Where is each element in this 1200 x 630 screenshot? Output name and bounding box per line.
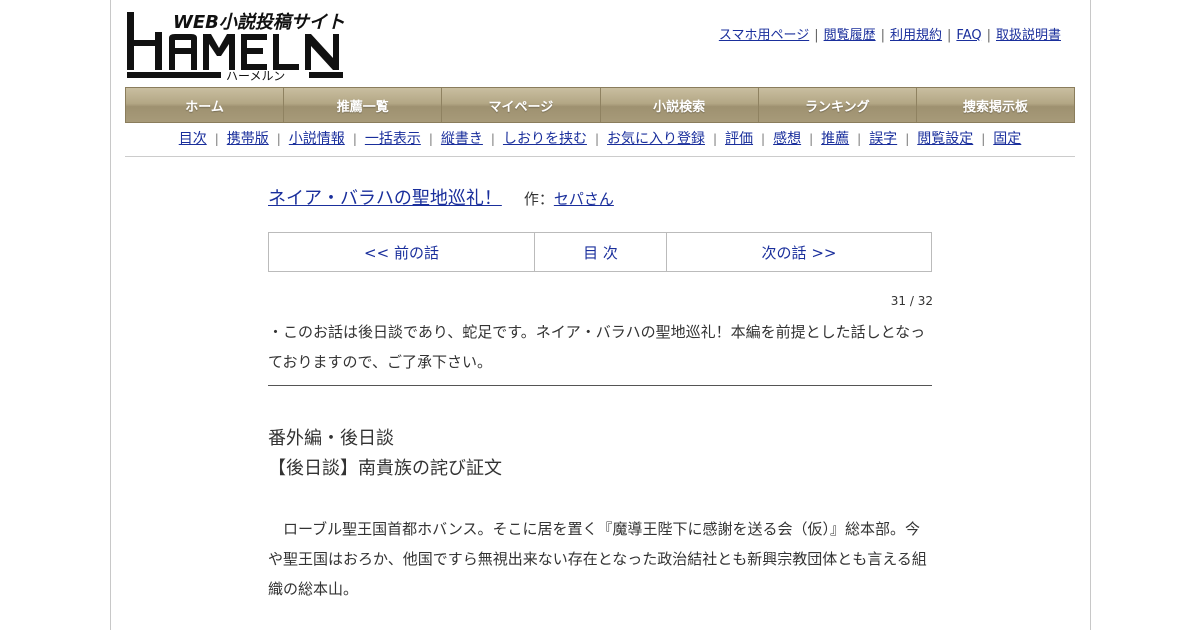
separator: | [490,132,495,146]
separator: | [905,132,910,146]
episode-pager: << 前の話 目 次 次の話 >> [268,232,932,272]
author-label: 作： [523,190,554,208]
episode-subtitle: 番外編・後日談 【後日談】南貴族の詫び証文 [268,424,932,484]
subnav-favorite[interactable]: お気に入り登録 [607,131,705,147]
subnav-review[interactable]: 感想 [773,131,801,147]
nav-novel-search[interactable]: 小説検索 [601,88,759,122]
subnav-novel-info[interactable]: 小説情報 [289,131,345,147]
separator: | [981,132,986,146]
separator: | [814,28,819,43]
browse-history-link[interactable]: 閲覧履歴 [824,28,876,43]
subnav-vertical[interactable]: 縦書き [441,131,483,147]
subnav-view-settings[interactable]: 閲覧設定 [917,131,973,147]
subnav-pin[interactable]: 固定 [993,131,1021,147]
subnav-mobile[interactable]: 携帯版 [227,131,269,147]
separator: | [947,28,952,43]
nav-ranking[interactable]: ランキング [759,88,917,122]
faq-link[interactable]: FAQ [956,28,981,43]
subnav-toc[interactable]: 目次 [179,131,207,147]
novel-title-line: ネイア・バラハの聖地巡礼！ 作：セパさん [268,184,614,210]
nav-recommendations[interactable]: 推薦一覧 [284,88,443,122]
author-link[interactable]: セパさん [554,190,614,208]
subnav-typo[interactable]: 誤字 [869,131,897,147]
manual-link[interactable]: 取扱説明書 [996,28,1061,43]
next-episode-button[interactable]: 次の話 >> [667,233,931,271]
top-links: スマホ用ページ | 閲覧履歴 | 利用規約 | FAQ | 取扱説明書 [719,24,1061,43]
separator: | [761,132,766,146]
chapter-label: 番外編・後日談 [268,428,394,449]
smartphone-page-link[interactable]: スマホ用ページ [719,28,809,43]
episode-title: 【後日談】南貴族の詫び証文 [268,458,502,479]
subnav-rating[interactable]: 評価 [725,131,753,147]
separator: | [276,132,281,146]
terms-link[interactable]: 利用規約 [890,28,942,43]
episode-count: 31 / 32 [890,294,933,308]
subnav-recommend[interactable]: 推薦 [821,131,849,147]
novel-sub-nav: 目次 | 携帯版 | 小説情報 | 一括表示 | 縦書き | しおりを挟む | お気に入り登録 | 評価 | 感… [125,128,1075,157]
separator: | [594,132,599,146]
nav-mypage[interactable]: マイページ [442,88,601,122]
subnav-bookmark[interactable]: しおりを挟む [503,131,587,147]
nav-search-board[interactable]: 捜索掲示板 [917,88,1074,122]
episode-body: ローブル聖王国首都ホバンス。そこに居を置く『魔導王陛下に感謝を送る会（仮）』総本… [268,520,927,598]
separator: | [428,132,433,146]
nav-home[interactable]: ホーム [126,88,285,122]
separator: | [880,28,885,43]
separator: | [214,132,219,146]
logo-reading: ハーメルン [226,69,285,82]
toc-button[interactable]: 目 次 [535,233,667,271]
prev-episode-button[interactable]: << 前の話 [269,233,535,271]
logo-tagline: WEB小説投稿サイト [173,12,345,33]
author-notice: ・このお話は後日談であり、蛇足です。ネイア・バラハの聖地巡礼！本編を前提とした話… [268,317,932,386]
global-nav: ホーム 推薦一覧 マイページ 小説検索 ランキング 捜索掲示板 [125,87,1075,123]
separator: | [352,132,357,146]
separator: | [986,28,991,43]
separator: | [713,132,718,146]
hameln-logo[interactable]: WEB小説投稿サイト ハーメルン [125,8,347,83]
logo-graphic: WEB小説投稿サイト ハーメルン [127,12,345,83]
novel-title-link[interactable]: ネイア・バラハの聖地巡礼！ [268,188,502,209]
separator: | [809,132,814,146]
subnav-show-all[interactable]: 一括表示 [365,131,421,147]
separator: | [857,132,862,146]
